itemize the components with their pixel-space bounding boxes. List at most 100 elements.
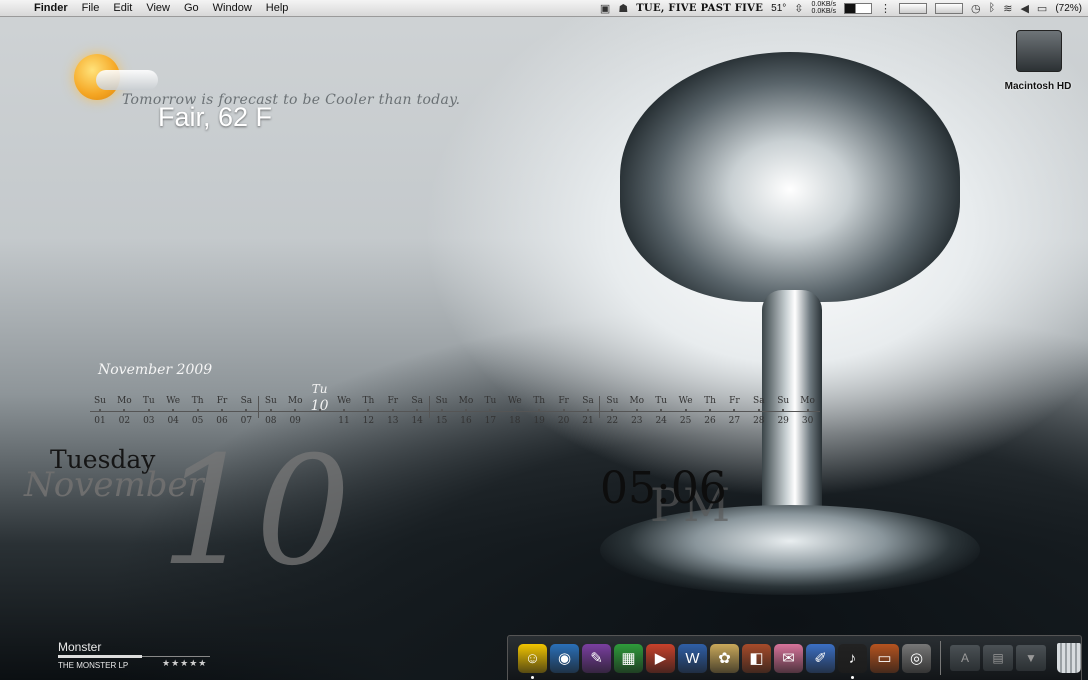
- menu-view[interactable]: View: [139, 0, 177, 16]
- activity-icon[interactable]: ⋮: [880, 2, 891, 15]
- calendar-day-of-week: Sa: [240, 396, 253, 406]
- bluetooth-icon[interactable]: ᛒ: [989, 2, 996, 14]
- preview-app-icon[interactable]: ✿: [710, 643, 739, 673]
- calendar-day-of-week: Th: [704, 396, 716, 406]
- calendar-day-of-week: Mo: [800, 396, 815, 406]
- monitor-icon[interactable]: ▣: [600, 2, 610, 15]
- hard-drive-label[interactable]: Macintosh HD: [996, 81, 1080, 92]
- calendar-day-of-week: Tu: [142, 396, 155, 406]
- presentation-app-icon[interactable]: ▶: [646, 643, 675, 673]
- calendar-day-number: 15: [435, 416, 448, 426]
- photo-app-icon[interactable]: ✉: [774, 643, 803, 673]
- calendar-day-number: 17: [484, 416, 497, 426]
- calendar-day-tick: [538, 409, 541, 411]
- calendar-day-number: 25: [679, 416, 692, 426]
- calendar-day-tick: [660, 409, 663, 411]
- calendar-day-of-week: We: [678, 396, 693, 406]
- trash-icon[interactable]: [1057, 643, 1081, 673]
- calendar-day-tick: [733, 409, 736, 411]
- clock-time: 05:06: [600, 463, 727, 514]
- calendar-day-number: 28: [753, 416, 765, 426]
- menu-app-name[interactable]: Finder: [30, 0, 75, 16]
- calendar-day-of-week: Th: [362, 396, 375, 406]
- finder-icon[interactable]: ☺: [518, 643, 547, 679]
- network-stats[interactable]: 0.0KB/s 0.0KB/s: [811, 1, 836, 15]
- calendar-day-tick: [343, 409, 345, 411]
- menu-help[interactable]: Help: [259, 0, 296, 16]
- calendar-day-of-week: Su: [777, 396, 790, 406]
- calendar-day-tick: [489, 409, 492, 411]
- calendar-day-of-week: Sa: [411, 396, 423, 406]
- owl-icon[interactable]: ☗: [618, 2, 628, 15]
- battery-percent[interactable]: (72%): [1055, 3, 1082, 14]
- calendar-day-number: 18: [509, 416, 521, 426]
- memory-meter[interactable]: [899, 2, 927, 14]
- calendar-week-separator: [428, 396, 430, 418]
- pdf-app-icon[interactable]: ◧: [742, 643, 771, 673]
- calendar-day-number: 03: [143, 416, 155, 426]
- calendar-day-number: 20: [557, 416, 570, 426]
- menu-file[interactable]: File: [75, 0, 107, 16]
- calendar-day-of-week: Sa: [753, 396, 765, 406]
- calendar-day-number: 12: [362, 416, 375, 426]
- calendar-day-tick: [269, 409, 272, 411]
- weather-conditions: Fair, 62 F: [158, 102, 273, 132]
- calendar-day-of-week: Mo: [117, 396, 132, 406]
- downloads-folder-icon[interactable]: ▼: [1016, 645, 1046, 671]
- calendar-day-of-week: We: [166, 396, 181, 406]
- date-day-number: 10: [160, 425, 351, 599]
- calendar-day-of-week: Th: [191, 396, 204, 406]
- now-playing-progress[interactable]: [58, 655, 142, 658]
- calendar-day-tick: [367, 409, 370, 411]
- menu-edit[interactable]: Edit: [106, 0, 139, 16]
- menu-window[interactable]: Window: [206, 0, 259, 16]
- fuzzy-clock[interactable]: TUE, FIVE PAST FIVE: [636, 3, 763, 14]
- calendar-day-of-week: Fr: [387, 396, 399, 406]
- calendar-day-of-week: Mo: [287, 396, 303, 406]
- calendar-day-of-week: Su: [94, 396, 106, 406]
- document-app-icon[interactable]: W: [678, 643, 707, 673]
- hard-drive-icon[interactable]: [1016, 30, 1062, 72]
- calendar-day-of-week: Su: [435, 396, 448, 406]
- dock-separator: [940, 641, 941, 675]
- network-globe-icon[interactable]: ◉: [550, 643, 579, 673]
- briefcase-app-icon[interactable]: ▭: [870, 643, 899, 673]
- calendar-day-of-week: We: [337, 396, 351, 406]
- calendar-line: [90, 411, 820, 412]
- calendar-day-tick: [416, 409, 419, 411]
- disk-meter[interactable]: [935, 2, 963, 14]
- dock: ☺ ◉ ✎ ▦ ▶ W ✿ ◧ ✉ ✐ ♪ ▭ ◎ A ▤ ▼: [507, 635, 1082, 680]
- cpu-meter[interactable]: [844, 2, 872, 14]
- documents-folder-icon[interactable]: ▤: [983, 645, 1013, 671]
- calendar-day-number: 21: [582, 416, 594, 426]
- calendar-day-tick: [562, 409, 565, 411]
- calendar-day-tick: [99, 409, 101, 411]
- calendar-day-of-week: Fr: [216, 396, 228, 406]
- now-playing-rating[interactable]: ★★★★★: [162, 658, 207, 669]
- calendar-day-tick: [757, 409, 760, 411]
- stepper-icon[interactable]: ⇳: [794, 2, 803, 15]
- applications-folder-icon[interactable]: A: [950, 645, 980, 671]
- stationery-app-icon[interactable]: ✎: [582, 643, 611, 673]
- calendar-day-tick: [782, 409, 785, 411]
- spreadsheet-app-icon[interactable]: ▦: [614, 643, 643, 673]
- volume-icon[interactable]: ◀: [1020, 2, 1028, 15]
- calendar-day-number: 14: [411, 416, 423, 426]
- menu-go[interactable]: Go: [177, 0, 206, 16]
- battery-icon[interactable]: ▭: [1037, 2, 1047, 15]
- calendar-day-of-week: Sa: [582, 396, 594, 406]
- menu-temperature[interactable]: 51°: [771, 3, 786, 14]
- wifi-icon[interactable]: ≋: [1003, 2, 1012, 15]
- calendar-day-number: 10: [310, 398, 329, 414]
- calendar-day-number: 30: [801, 416, 814, 426]
- cloud-icon: [96, 70, 158, 90]
- dvd-player-icon[interactable]: ◎: [902, 643, 931, 673]
- calendar-day-tick: [635, 409, 638, 411]
- calendar-day-number: 13: [387, 416, 399, 426]
- calendar-week-separator: [257, 396, 259, 418]
- editor-app-icon[interactable]: ✐: [806, 643, 835, 673]
- media-player-icon[interactable]: ♪: [838, 643, 867, 679]
- time-machine-icon[interactable]: ◷: [971, 2, 981, 15]
- net-down-rate: 0.0KB/s: [811, 8, 836, 15]
- calendar-day-tick: [611, 409, 614, 411]
